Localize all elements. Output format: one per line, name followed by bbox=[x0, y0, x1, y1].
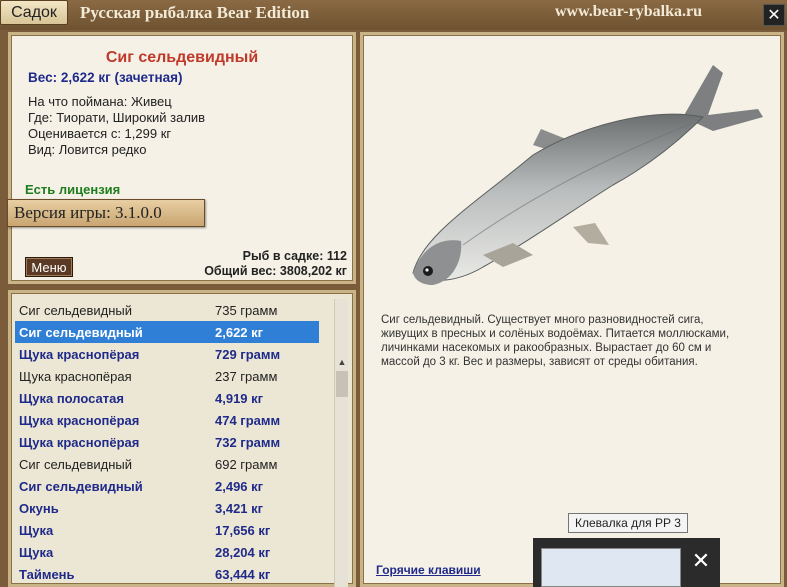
list-item[interactable]: Щука 17,656 кг bbox=[15, 519, 319, 541]
list-item[interactable]: Щука краснопёрая 732 грамм bbox=[15, 431, 319, 453]
list-item-weight: 692 грамм bbox=[215, 456, 278, 472]
hotkeys-link[interactable]: Горячие клавиши bbox=[376, 563, 481, 577]
close-icon: ✕ bbox=[767, 7, 781, 24]
list-item-weight: 2,496 кг bbox=[215, 478, 264, 494]
list-item-weight: 17,656 кг bbox=[215, 522, 271, 538]
info-species-rarity: Вид: Ловится редко bbox=[28, 142, 147, 157]
list-item-weight: 729 грамм bbox=[215, 346, 281, 362]
scroll-thumb[interactable] bbox=[336, 371, 348, 397]
fish-list-panel: Сиг сельдевидный 735 грамм Сиг сельдевидны… bbox=[8, 290, 356, 587]
fish-detail-panel: Сиг сельдевидный. Существует много разно… bbox=[360, 32, 784, 587]
taskbar-preview[interactable]: ✕ bbox=[533, 538, 720, 587]
list-item-weight: 732 грамм bbox=[215, 434, 281, 450]
list-item-fish-name: Окунь bbox=[19, 500, 59, 516]
info-rating-threshold: Оценивается с: 1,299 кг bbox=[28, 126, 172, 141]
list-item-weight: 3,421 кг bbox=[215, 500, 264, 516]
list-item-fish-name: Щука краснопёрая bbox=[19, 368, 132, 384]
list-item-fish-name: Щука краснопёрая bbox=[19, 412, 140, 428]
total-weight: Общий вес: 3808,202 кг bbox=[204, 264, 347, 278]
list-item[interactable]: Сиг сельдевидный 2,496 кг bbox=[15, 475, 319, 497]
fish-image bbox=[412, 65, 763, 285]
list-item-fish-name: Сиг сельдевидный bbox=[19, 302, 133, 318]
tab-sadok[interactable]: Садок bbox=[0, 0, 68, 25]
fish-info-panel: Сиг сельдевидный Вес: 2,622 кг (зачетная… bbox=[7, 32, 356, 284]
list-item-weight: 735 грамм bbox=[215, 302, 278, 318]
list-item-weight: 63,444 кг bbox=[215, 566, 271, 582]
list-item-weight: 237 грамм bbox=[215, 368, 278, 384]
info-location: Где: Тиорати, Широкий залив bbox=[28, 110, 206, 125]
fish-title: Сиг сельдевидный bbox=[105, 49, 259, 66]
scroll-up-icon[interactable]: ▲ bbox=[335, 355, 349, 369]
list-item-fish-name: Таймень bbox=[19, 566, 75, 582]
list-item-fish-name: Щука полосатая bbox=[19, 390, 124, 406]
list-item[interactable]: Щука полосатая 4,919 кг bbox=[15, 387, 319, 409]
title-bar: Садок Русская рыбалка Bear Edition www.b… bbox=[0, 0, 787, 30]
list-item[interactable]: Сиг сельдевидный 692 грамм bbox=[15, 453, 319, 475]
close-button[interactable]: ✕ bbox=[763, 4, 785, 26]
list-item-weight: 28,204 кг bbox=[215, 544, 271, 560]
license-status: Есть лицензия bbox=[25, 182, 121, 197]
list-item-weight: 4,919 кг bbox=[215, 390, 264, 406]
fish-weight: Вес: 2,622 кг (зачетная) bbox=[28, 70, 183, 85]
list-item[interactable]: Таймень 63,444 кг bbox=[15, 563, 319, 585]
scrollbar[interactable]: ▲ bbox=[334, 299, 348, 587]
list-item-fish-name: Щука bbox=[19, 522, 54, 538]
game-version-badge: Версия игры: 3.1.0.0 bbox=[7, 199, 205, 227]
preview-close-button[interactable]: ✕ bbox=[685, 542, 717, 580]
app-title: Русская рыбалка Bear Edition bbox=[80, 3, 310, 22]
list-item-fish-name: Сиг сельдевидный bbox=[19, 478, 143, 494]
list-item-fish-name: Щука краснопёрая bbox=[19, 434, 140, 450]
list-item[interactable]: Щука краснопёрая 474 грамм bbox=[15, 409, 319, 431]
fish-count: Рыб в садке: 112 bbox=[242, 249, 347, 263]
list-item[interactable]: Щука краснопёрая 237 грамм bbox=[15, 365, 319, 387]
fish-list[interactable]: Сиг сельдевидный 735 грамм Сиг сельдевидны… bbox=[15, 299, 319, 585]
info-bait: На что поймана: Живец bbox=[28, 94, 172, 109]
list-item-fish-name: Сиг сельдевидный bbox=[19, 324, 143, 340]
list-item[interactable]: Щука 28,204 кг bbox=[15, 541, 319, 563]
menu-button[interactable]: Меню bbox=[25, 257, 73, 277]
list-item-fish-name: Щука краснопёрая bbox=[19, 346, 140, 362]
list-item[interactable]: Сиг сельдевидный 735 грамм bbox=[15, 299, 319, 321]
keepnet-totals: Рыб в садке: 112 Общий вес: 3808,202 кг bbox=[204, 249, 347, 279]
fish-description: Сиг сельдевидный. Существует много разно… bbox=[381, 314, 730, 368]
list-item[interactable]: Щука краснопёрая 729 грамм bbox=[15, 343, 319, 365]
list-item-fish-name: Щука bbox=[19, 544, 54, 560]
list-item-weight: 474 грамм bbox=[215, 412, 281, 428]
list-item-fish-name: Сиг сельдевидный bbox=[19, 456, 133, 472]
list-item-weight: 2,622 кг bbox=[215, 324, 264, 340]
list-item[interactable]: Сиг сельдевидный 2,622 кг bbox=[15, 321, 319, 343]
close-icon: ✕ bbox=[691, 548, 711, 573]
preview-thumbnail[interactable] bbox=[541, 548, 681, 587]
site-url: www.bear-rybalka.ru bbox=[555, 3, 702, 20]
list-item[interactable]: Окунь 3,421 кг bbox=[15, 497, 319, 519]
taskbar-tooltip: Клевалка для РР 3 bbox=[568, 513, 688, 533]
